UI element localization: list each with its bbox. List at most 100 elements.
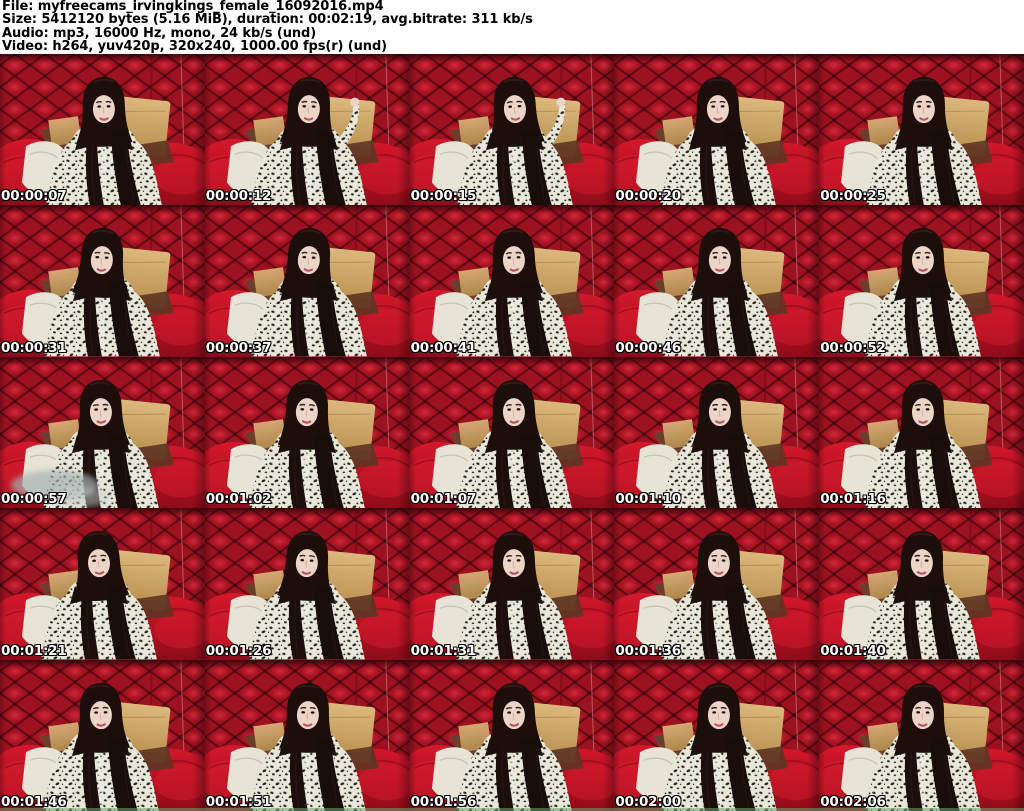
frame-top-vignette bbox=[204, 659, 410, 668]
webcam-frame-illustration bbox=[819, 205, 1024, 357]
video-thumbnail: 00:01:26 bbox=[204, 508, 410, 660]
metadata-line-size: Size: 5412120 bytes (5.16 MiB), duration… bbox=[2, 12, 533, 28]
webcam-frame-illustration bbox=[819, 54, 1024, 206]
frame-left-vignette bbox=[614, 659, 621, 811]
timestamp-overlay: 00:00:07 bbox=[1, 188, 67, 205]
frame-left-vignette bbox=[409, 205, 416, 357]
video-thumbnail: 00:00:57 bbox=[0, 356, 205, 509]
webcam-frame-illustration bbox=[614, 54, 820, 206]
metadata-line-file: File: myfreecams_irvingkings_female_1609… bbox=[2, 0, 384, 14]
frame-top-vignette bbox=[204, 356, 410, 365]
frame-right-vignette bbox=[1012, 659, 1024, 811]
webcam-frame-illustration bbox=[0, 356, 205, 509]
webcam-frame-illustration bbox=[409, 205, 615, 357]
timestamp-overlay: 00:00:46 bbox=[615, 339, 681, 356]
webcam-frame-illustration bbox=[0, 508, 205, 660]
frame-top-vignette bbox=[204, 54, 410, 63]
frame-top-vignette bbox=[614, 54, 820, 63]
video-thumbnail: 00:01:10 bbox=[614, 356, 820, 509]
frame-left-vignette bbox=[204, 205, 211, 357]
frame-left-vignette bbox=[204, 508, 211, 660]
timestamp-overlay: 00:00:41 bbox=[410, 339, 477, 356]
frame-top-vignette bbox=[819, 508, 1024, 517]
frame-top-vignette bbox=[614, 205, 820, 214]
frame-left-vignette bbox=[0, 659, 6, 811]
frame-right-vignette bbox=[602, 356, 615, 509]
webcam-frame-illustration bbox=[409, 356, 615, 509]
frame-top-vignette bbox=[614, 508, 820, 517]
webcam-frame-illustration bbox=[614, 356, 820, 509]
frame-top-vignette bbox=[819, 659, 1024, 668]
metadata-line-audio: Audio: mp3, 16000 Hz, mono, 24 kb/s (und… bbox=[2, 25, 317, 41]
timestamp-overlay: 00:01:26 bbox=[205, 642, 272, 659]
frame-left-vignette bbox=[204, 659, 211, 811]
eye-right bbox=[722, 710, 726, 714]
frame-top-vignette bbox=[0, 508, 205, 517]
timestamp-overlay: 00:00:31 bbox=[1, 339, 67, 356]
frame-left-vignette bbox=[819, 356, 826, 509]
video-thumbnail: 00:01:16 bbox=[819, 356, 1024, 509]
video-thumbnail: 00:01:51 bbox=[204, 659, 410, 811]
frame-right-vignette bbox=[807, 508, 820, 660]
video-thumbnail: 00:00:41 bbox=[409, 205, 615, 357]
video-thumbnail: 00:02:00 bbox=[614, 659, 820, 811]
metadata-line-video: Video: h264, yuv420p, 320x240, 1000.00 f… bbox=[2, 39, 388, 55]
frame-top-vignette bbox=[819, 54, 1024, 63]
frame-top-vignette bbox=[614, 356, 820, 365]
frame-left-vignette bbox=[819, 54, 826, 206]
video-thumbnail: 00:01:56 bbox=[409, 659, 615, 811]
video-thumbnail: 00:01:07 bbox=[409, 356, 615, 509]
video-thumbnail: 00:01:46 bbox=[0, 659, 205, 811]
frame-right-vignette bbox=[1012, 356, 1024, 509]
frame-left-vignette bbox=[614, 356, 621, 509]
video-thumbnail: 00:01:02 bbox=[204, 356, 410, 509]
frame-left-vignette bbox=[819, 205, 826, 357]
video-thumbnail: 00:00:52 bbox=[819, 205, 1024, 357]
frame-top-vignette bbox=[614, 659, 820, 668]
metadata-header: File: myfreecams_irvingkings_female_1609… bbox=[0, 0, 1024, 54]
webcam-frame-illustration bbox=[614, 508, 820, 660]
frame-left-vignette bbox=[409, 508, 416, 660]
frame-right-vignette bbox=[192, 659, 205, 811]
frame-left-vignette bbox=[0, 356, 6, 509]
frame-top-vignette bbox=[409, 356, 615, 365]
eye-left bbox=[917, 105, 922, 108]
timestamp-overlay: 00:00:25 bbox=[820, 188, 886, 205]
frame-right-vignette bbox=[807, 205, 820, 357]
frame-right-vignette bbox=[397, 356, 410, 509]
frame-left-vignette bbox=[819, 508, 826, 660]
frame-right-vignette bbox=[602, 659, 615, 811]
timestamp-overlay: 00:00:15 bbox=[410, 188, 477, 205]
webcam-frame-illustration bbox=[204, 205, 410, 357]
webcam-frame-illustration bbox=[614, 659, 820, 811]
video-thumbnail: 00:00:31 bbox=[0, 205, 205, 357]
frame-top-vignette bbox=[409, 508, 615, 517]
video-thumbnail: 00:00:37 bbox=[204, 205, 410, 357]
frame-top-vignette bbox=[0, 659, 205, 668]
webcam-frame-illustration bbox=[0, 54, 205, 206]
webcam-frame-illustration bbox=[819, 659, 1024, 811]
timestamp-overlay: 00:00:57 bbox=[1, 491, 67, 508]
video-thumbnail: 00:01:40 bbox=[819, 508, 1024, 660]
frame-right-vignette bbox=[602, 205, 615, 357]
video-thumbnail: 00:00:15 bbox=[409, 54, 615, 206]
timestamp-overlay: 00:01:36 bbox=[615, 642, 681, 659]
frame-right-vignette bbox=[397, 54, 410, 206]
frame-top-vignette bbox=[0, 356, 205, 365]
thumbnail-grid: 00:00:07 00:00:12 00:00:15 00:00:20 00:0… bbox=[0, 54, 1024, 811]
frame-left-vignette bbox=[614, 54, 621, 206]
frame-left-vignette bbox=[204, 54, 211, 206]
webcam-frame-illustration bbox=[614, 205, 820, 357]
frame-left-vignette bbox=[819, 659, 826, 811]
timestamp-overlay: 00:00:20 bbox=[615, 188, 681, 205]
timestamp-overlay: 00:01:07 bbox=[410, 491, 477, 508]
timestamp-overlay: 00:01:46 bbox=[1, 793, 67, 810]
frame-top-vignette bbox=[819, 356, 1024, 365]
timestamp-overlay: 00:01:10 bbox=[615, 491, 681, 508]
timestamp-overlay: 00:02:00 bbox=[615, 793, 681, 810]
webcam-frame-illustration bbox=[204, 508, 410, 660]
frame-top-vignette bbox=[204, 508, 410, 517]
webcam-frame-illustration bbox=[409, 54, 615, 206]
eye-right bbox=[926, 105, 931, 108]
webcam-frame-illustration bbox=[0, 659, 205, 811]
